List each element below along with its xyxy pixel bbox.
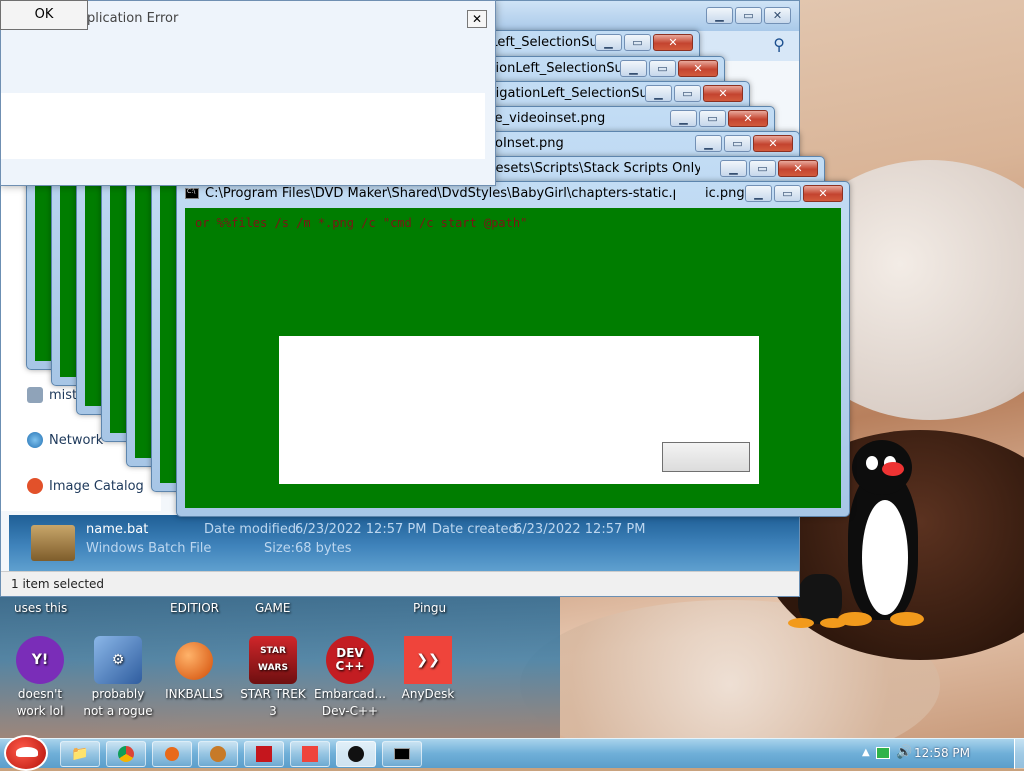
taskbar-apps-button[interactable]	[198, 741, 238, 767]
file-type: Windows Batch File	[86, 541, 212, 556]
taskbar: 📁 ▲ 🔊 12:58 PM	[0, 735, 1024, 771]
desktop-icon-star-trek-3[interactable]: STAR WARS STAR TREK 3	[235, 636, 311, 720]
date-created-label: Date created:	[432, 522, 522, 537]
pingu-image	[838, 440, 930, 630]
taskbar-explorer-button[interactable]: 📁	[60, 741, 100, 767]
desktop-icon-inkballs[interactable]: INKBALLS	[156, 636, 232, 703]
sidebar-item-computer[interactable]: mist	[27, 387, 77, 403]
inkball-icon	[175, 642, 213, 680]
close-button[interactable]: ✕	[753, 135, 793, 152]
minimize-button[interactable]: ▁	[695, 135, 722, 152]
cmd-icon	[185, 188, 199, 199]
desktop-group-label: EDITIOR	[170, 601, 220, 615]
battery-icon[interactable]	[876, 747, 890, 759]
system-tray: ▲ 🔊 12:58 PM	[854, 739, 1024, 769]
clock[interactable]: 12:58 PM	[914, 746, 970, 760]
taskbar-anydesk-button[interactable]	[290, 741, 330, 767]
close-button[interactable]: ✕	[678, 60, 718, 77]
apps-icon	[210, 746, 226, 762]
dialog-message-area	[1, 93, 485, 159]
anydesk-icon: ❯❯	[404, 636, 452, 684]
date-modified-label: Date modified:	[204, 522, 301, 537]
dialog-button[interactable]	[662, 442, 750, 472]
taskbar-acrobat-button[interactable]	[244, 741, 284, 767]
sidebar-item-image-catalog[interactable]: Image Catalog	[27, 478, 144, 494]
maximize-button[interactable]: ▭	[774, 185, 801, 202]
computer-icon	[27, 387, 43, 403]
maximize-button[interactable]: ▭	[674, 85, 701, 102]
taskbar-chrome-button[interactable]	[106, 741, 146, 767]
search-icon[interactable]: ⚲	[773, 35, 785, 54]
angry-birds-star-wars-icon: STAR WARS	[249, 636, 297, 684]
dialog-title: plication Error	[87, 11, 179, 26]
batch-file-icon	[31, 525, 75, 561]
minimize-button[interactable]: ▁	[670, 110, 697, 127]
chrome-icon	[118, 746, 134, 762]
taskbar-inkball-button[interactable]	[152, 741, 192, 767]
minimize-button[interactable]: ▁	[645, 85, 672, 102]
pingu-icon	[348, 746, 364, 762]
cmd-title: C:\Program Files\DVD Maker\Shared\DvdSty…	[205, 186, 675, 201]
close-button[interactable]: ✕	[653, 34, 693, 51]
show-hidden-icons-icon[interactable]: ▲	[862, 747, 870, 758]
close-button[interactable]: ✕	[803, 185, 843, 202]
minimize-button[interactable]: ▁	[595, 34, 622, 51]
size-label: Size:	[264, 541, 296, 556]
volume-icon[interactable]: 🔊	[896, 745, 912, 760]
maximize-button[interactable]: ▭	[699, 110, 726, 127]
cmd-title: eoInset.png	[487, 136, 564, 151]
cmd-icon	[394, 748, 410, 760]
ok-button[interactable]: OK	[0, 0, 88, 30]
dialog-close-button[interactable]: ✕	[467, 10, 487, 28]
size-value: 68 bytes	[295, 541, 352, 556]
minimize-button[interactable]: ▁	[720, 160, 747, 177]
minimize-button[interactable]: ▁	[620, 60, 647, 77]
close-button[interactable]: ✕	[728, 110, 768, 127]
desktop-group-label: GAME	[255, 601, 291, 615]
details-pane: name.bat Windows Batch File Date modifie…	[9, 515, 799, 571]
maximize-button[interactable]: ▭	[735, 7, 762, 24]
dev-cpp-icon: DEV C++	[326, 636, 374, 684]
status-text: 1 item selected	[11, 577, 105, 591]
anydesk-icon	[302, 746, 318, 762]
file-name: name.bat	[86, 522, 149, 537]
network-icon	[27, 432, 43, 448]
cmd-title: me_videoinset.png	[482, 111, 606, 126]
blank-dialog	[279, 336, 759, 484]
yahoo-messenger-icon: Y!	[16, 636, 64, 684]
maximize-button[interactable]: ▭	[624, 34, 651, 51]
close-button[interactable]: ✕	[764, 7, 791, 24]
maximize-button[interactable]: ▭	[749, 160, 776, 177]
minimize-button[interactable]: ▁	[706, 7, 733, 24]
maximize-button[interactable]: ▭	[649, 60, 676, 77]
maximize-button[interactable]: ▭	[724, 135, 751, 152]
taskbar-cmd-button[interactable]	[382, 741, 422, 767]
explorer-icon: 📁	[71, 746, 89, 762]
sidebar-item-network[interactable]: Network	[27, 432, 103, 448]
desktop-icon-yahoo[interactable]: Y! doesn't work lol	[2, 636, 78, 720]
desktop-icon-dev-cpp[interactable]: DEV C++ Embarcad... Dev-C++	[312, 636, 388, 720]
show-desktop-button[interactable]	[1014, 739, 1024, 769]
settings-gears-icon: ⚙	[94, 636, 142, 684]
close-button[interactable]: ✕	[703, 85, 743, 102]
status-bar: 1 item selected	[1, 571, 799, 596]
image-catalog-icon	[27, 478, 43, 494]
desktop-group-label: Pingu	[413, 601, 447, 615]
cmd-title-behind: ic.png	[705, 186, 745, 201]
date-modified-value: 6/23/2022 12:57 PM	[295, 522, 427, 537]
start-button[interactable]	[4, 735, 48, 771]
date-created-value: 6/23/2022 12:57 PM	[514, 522, 646, 537]
taskbar-pingu-button[interactable]	[336, 741, 376, 767]
desktop-icon-probably-not-a-rogue[interactable]: ⚙ probably not a rogue	[80, 636, 156, 720]
inkball-icon	[165, 747, 179, 761]
cmd-command-text: or %%files /s /m *.png /c "cmd /c start …	[195, 216, 528, 230]
desktop-icon-anydesk[interactable]: ❯❯ AnyDesk	[390, 636, 466, 703]
minimize-button[interactable]: ▁	[745, 185, 772, 202]
close-button[interactable]: ✕	[778, 160, 818, 177]
desktop-group-label: uses this	[14, 601, 68, 615]
acrobat-icon	[256, 746, 272, 762]
